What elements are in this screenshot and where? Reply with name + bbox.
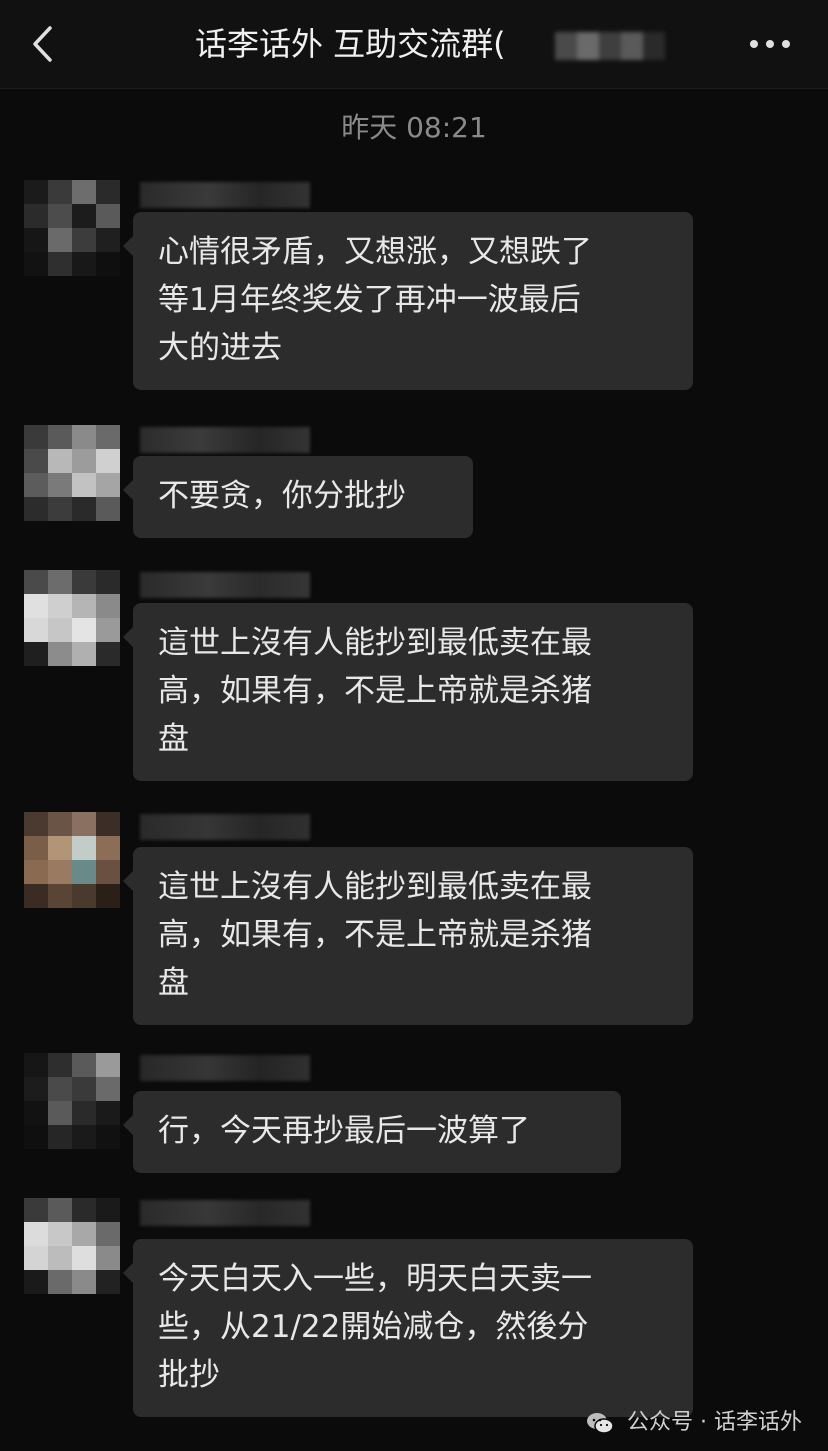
sender-name-blur [140, 427, 310, 453]
title-redacted-blur [555, 32, 665, 60]
sender-name-blur [140, 814, 310, 840]
avatar[interactable] [24, 570, 120, 666]
message-bubble[interactable]: 不要贪，你分批抄 [123, 456, 473, 538]
message-bubble[interactable]: 行，今天再抄最后一波算了 [123, 1091, 621, 1173]
sender-name-blur [140, 1055, 310, 1081]
sender-name-blur [140, 182, 310, 208]
message-timestamp: 昨天 08:21 [341, 111, 487, 144]
watermark-label: 公众号 · 话李话外 [627, 1410, 802, 1435]
avatar[interactable] [24, 1053, 120, 1149]
message-bubble[interactable]: 這世上沒有人能抄到最低卖在最 高，如果有，不是上帝就是杀猪 盘 [123, 603, 693, 781]
more-button[interactable] [746, 30, 798, 58]
sender-name-blur [140, 1200, 310, 1226]
more-dots-icon [750, 40, 790, 48]
sender-name-blur [140, 572, 310, 598]
chevron-left-icon [33, 26, 52, 62]
back-button[interactable] [22, 22, 66, 66]
message-bubble[interactable]: 心情很矛盾，又想涨，又想跌了 等1月年终奖发了再冲一波最后 大的进去 [123, 212, 693, 390]
wechat-icon [587, 1413, 614, 1434]
chat-header: 话李话外 互助交流群( [0, 0, 828, 89]
message-bubble[interactable]: 今天白天入一些，明天白天卖一 些，从21/22開始减仓，然後分 批抄 [123, 1239, 693, 1417]
avatar[interactable] [24, 425, 120, 521]
avatar[interactable] [24, 812, 120, 908]
avatar[interactable] [24, 180, 120, 276]
chat-title: 话李话外 互助交流群( [195, 25, 506, 63]
watermark: 公众号 · 话李话外 [586, 1404, 802, 1435]
avatar[interactable] [24, 1198, 120, 1294]
message-bubble[interactable]: 這世上沒有人能抄到最低卖在最 高，如果有，不是上帝就是杀猪 盘 [123, 847, 693, 1025]
